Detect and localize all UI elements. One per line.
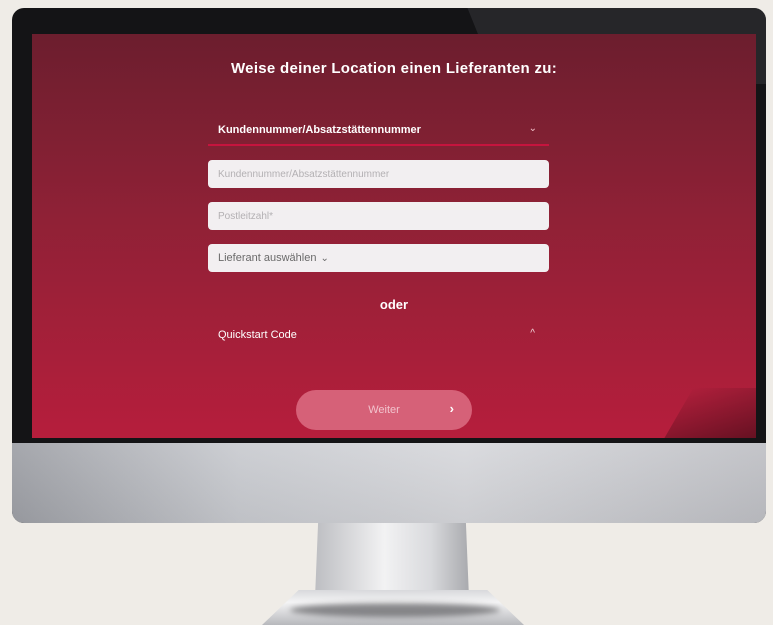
- monitor-stand-neck: [315, 523, 469, 598]
- chevron-up-icon: ^: [530, 328, 535, 339]
- stand-shadow: [290, 603, 500, 617]
- or-separator: oder: [379, 297, 409, 312]
- page-title: Weise deiner Location einen Lieferanten …: [230, 60, 558, 77]
- quickstart-label: Quickstart Code: [218, 329, 297, 341]
- screen: Weise deiner Location einen Lieferanten …: [32, 34, 756, 438]
- customer-number-input[interactable]: [208, 160, 549, 188]
- monitor-chin: [12, 443, 766, 523]
- supplier-dropdown-label: Lieferant auswählen: [218, 252, 317, 264]
- chevron-down-icon: ⌄: [320, 252, 329, 264]
- continue-button[interactable]: Weiter ›: [296, 390, 472, 430]
- continue-button-label: Weiter: [368, 404, 400, 416]
- postal-code-input[interactable]: [208, 202, 549, 230]
- id-type-select-label: Kundennummer/Absatzstättennummer: [218, 124, 421, 136]
- supplier-dropdown[interactable]: Lieferant auswählen ⌄: [208, 244, 549, 272]
- screen-glare: [658, 388, 756, 438]
- monitor-frame: Weise deiner Location einen Lieferanten …: [12, 8, 766, 523]
- quickstart-toggle[interactable]: Quickstart Code ^: [208, 326, 549, 346]
- chin-highlight: [12, 443, 766, 523]
- chevron-right-icon: ›: [449, 401, 454, 416]
- chevron-down-icon: ⌄: [528, 123, 537, 134]
- id-type-select[interactable]: Kundennummer/Absatzstättennummer ⌄: [208, 118, 549, 146]
